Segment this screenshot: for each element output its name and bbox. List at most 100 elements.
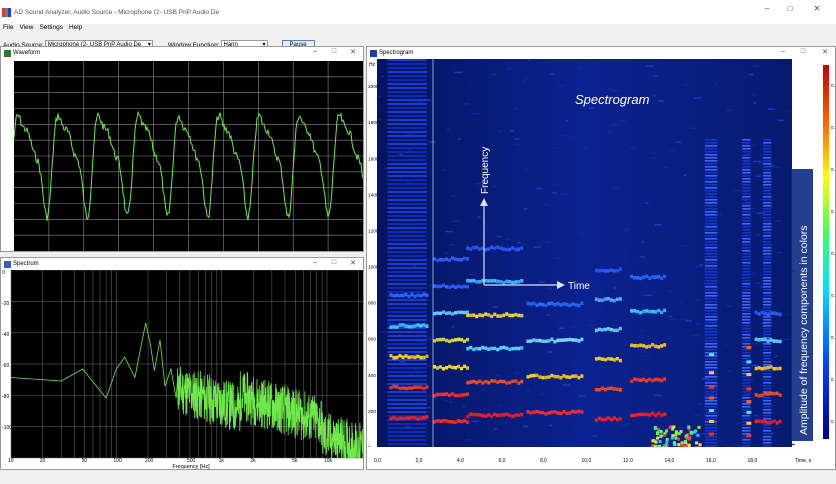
spectrogram-noise <box>742 148 751 150</box>
spectrogram-noise <box>762 325 772 327</box>
spectrogram-harmonic <box>648 309 652 314</box>
menu-view[interactable]: View <box>19 24 33 34</box>
maximize-button[interactable]: □ <box>328 259 340 266</box>
spectrogram-harmonic <box>410 355 414 359</box>
spectrogram-noise <box>742 304 751 306</box>
spectrogram-noise <box>762 187 772 189</box>
spectrogram-noise <box>704 184 718 186</box>
spectrogram-noise <box>704 139 718 141</box>
spectrogram-noise <box>387 339 427 341</box>
colorbar-tick: 0,2 <box>831 335 835 340</box>
minimize-button[interactable]: – <box>309 48 321 55</box>
spectrogram-noise <box>514 138 520 140</box>
colorbar-tick: 0,0 <box>831 419 835 424</box>
spectrogram-harmonic <box>508 279 512 284</box>
spectrogram-harmonic <box>439 392 443 397</box>
spectrogram-noise <box>471 112 480 115</box>
spectrogram-noise <box>788 313 791 315</box>
spectrogram-harmonic <box>466 246 470 250</box>
spectrogram-harmonic <box>757 419 761 423</box>
spectrogram-harmonic <box>436 311 440 315</box>
minimize-button[interactable]: – <box>777 48 789 55</box>
spectrogram-harmonic <box>633 413 637 417</box>
close-button[interactable]: ✕ <box>810 4 824 13</box>
spectrogram-harmonic <box>469 380 473 384</box>
spectrogram-harmonic <box>574 338 578 342</box>
spectrogram-noise <box>412 368 418 371</box>
maximize-button[interactable]: □ <box>328 48 340 55</box>
spectrogram-noise <box>629 147 636 150</box>
spectrogram-noise <box>693 415 700 417</box>
spectrogram-noise <box>762 244 772 246</box>
spectrogram-harmonic <box>475 380 479 385</box>
spectrogram-harmonic <box>457 418 461 423</box>
maximize-button[interactable]: □ <box>797 48 809 55</box>
spectrogram-harmonic <box>526 301 530 306</box>
spectrogram-noise <box>492 277 495 280</box>
maximize-button[interactable]: □ <box>783 4 797 13</box>
spectrogram-noise <box>387 311 427 313</box>
spectrogram-noise <box>742 199 751 201</box>
spectrogram-harmonic <box>407 294 411 299</box>
close-button[interactable]: ✕ <box>347 259 359 267</box>
menu-file[interactable]: File <box>3 24 13 34</box>
spectrogram-noise <box>387 399 427 401</box>
spectrogram-harmonic <box>538 410 542 415</box>
spectrogram-noise <box>762 232 772 234</box>
spectrogram-noise <box>704 196 718 198</box>
spectrogram-noise <box>387 395 427 397</box>
spectrogram-harmonic <box>517 381 521 385</box>
spectrogram-harmonic <box>514 312 518 317</box>
minimize-button[interactable]: – <box>760 4 774 13</box>
spectrogram-noise <box>602 391 606 393</box>
menu-settings[interactable]: Settings <box>39 24 63 34</box>
spectrogram-harmonic <box>663 274 667 279</box>
spectrogram-noise <box>487 107 490 109</box>
spectrogram-harmonic <box>597 416 601 421</box>
spectrogram-noise <box>718 213 723 216</box>
spectrogram-noise <box>762 427 772 429</box>
spectrogram-harmonic <box>654 413 658 418</box>
spectrogram-harmonic <box>419 355 423 360</box>
spectrogram-noise <box>387 203 427 205</box>
spectrogram-harmonic <box>600 386 604 391</box>
spectrogram-noise <box>641 241 644 243</box>
spectrogram-harmonic <box>475 412 479 417</box>
spectrogram-noise <box>704 361 718 363</box>
spectrogram-noise <box>380 331 386 334</box>
spectrogram-noise <box>704 379 718 381</box>
close-button[interactable]: ✕ <box>819 48 831 56</box>
spectrogram-noise <box>490 73 497 76</box>
spectrogram-noise <box>683 174 687 177</box>
spectrogram-harmonic <box>778 419 782 424</box>
spectrogram-harmonic <box>532 410 536 414</box>
spectrogram-noise <box>387 431 427 433</box>
spectrogram-burst <box>656 436 660 440</box>
spectrogram-noise <box>387 275 427 277</box>
spectrogram-harmonic <box>451 392 455 396</box>
spectrogram-harmonic <box>481 413 485 418</box>
spectrogram-harmonic <box>612 299 616 303</box>
spectrogram-noise <box>387 315 427 317</box>
close-button[interactable]: ✕ <box>347 48 359 56</box>
spectrogram-title: Spectrogram <box>379 50 414 56</box>
spectrogram-noise <box>378 95 381 98</box>
spectrogram-noise <box>630 393 633 396</box>
spectrogram-harmonic <box>663 377 667 381</box>
spectrogram-noise <box>579 395 586 397</box>
minimize-button[interactable]: – <box>309 259 321 266</box>
spectrogram-y-tick: 400 <box>368 373 376 379</box>
spectrogram-noise <box>496 235 502 238</box>
spectrogram-noise <box>611 123 619 125</box>
spectrogram-noise <box>742 139 751 141</box>
spectrogram-noise <box>762 160 772 162</box>
spectrogram-noise <box>689 127 697 130</box>
spectrogram-noise <box>704 154 718 156</box>
spectrogram-noise <box>704 418 718 420</box>
spectrum-y-tick: 0 <box>2 270 5 276</box>
spectrogram-harmonic <box>746 360 752 364</box>
menu-help[interactable]: Help <box>69 24 82 34</box>
spectrogram-harmonic <box>520 346 524 350</box>
spectrogram-noise <box>704 232 718 234</box>
spectrogram-noise <box>762 409 772 411</box>
